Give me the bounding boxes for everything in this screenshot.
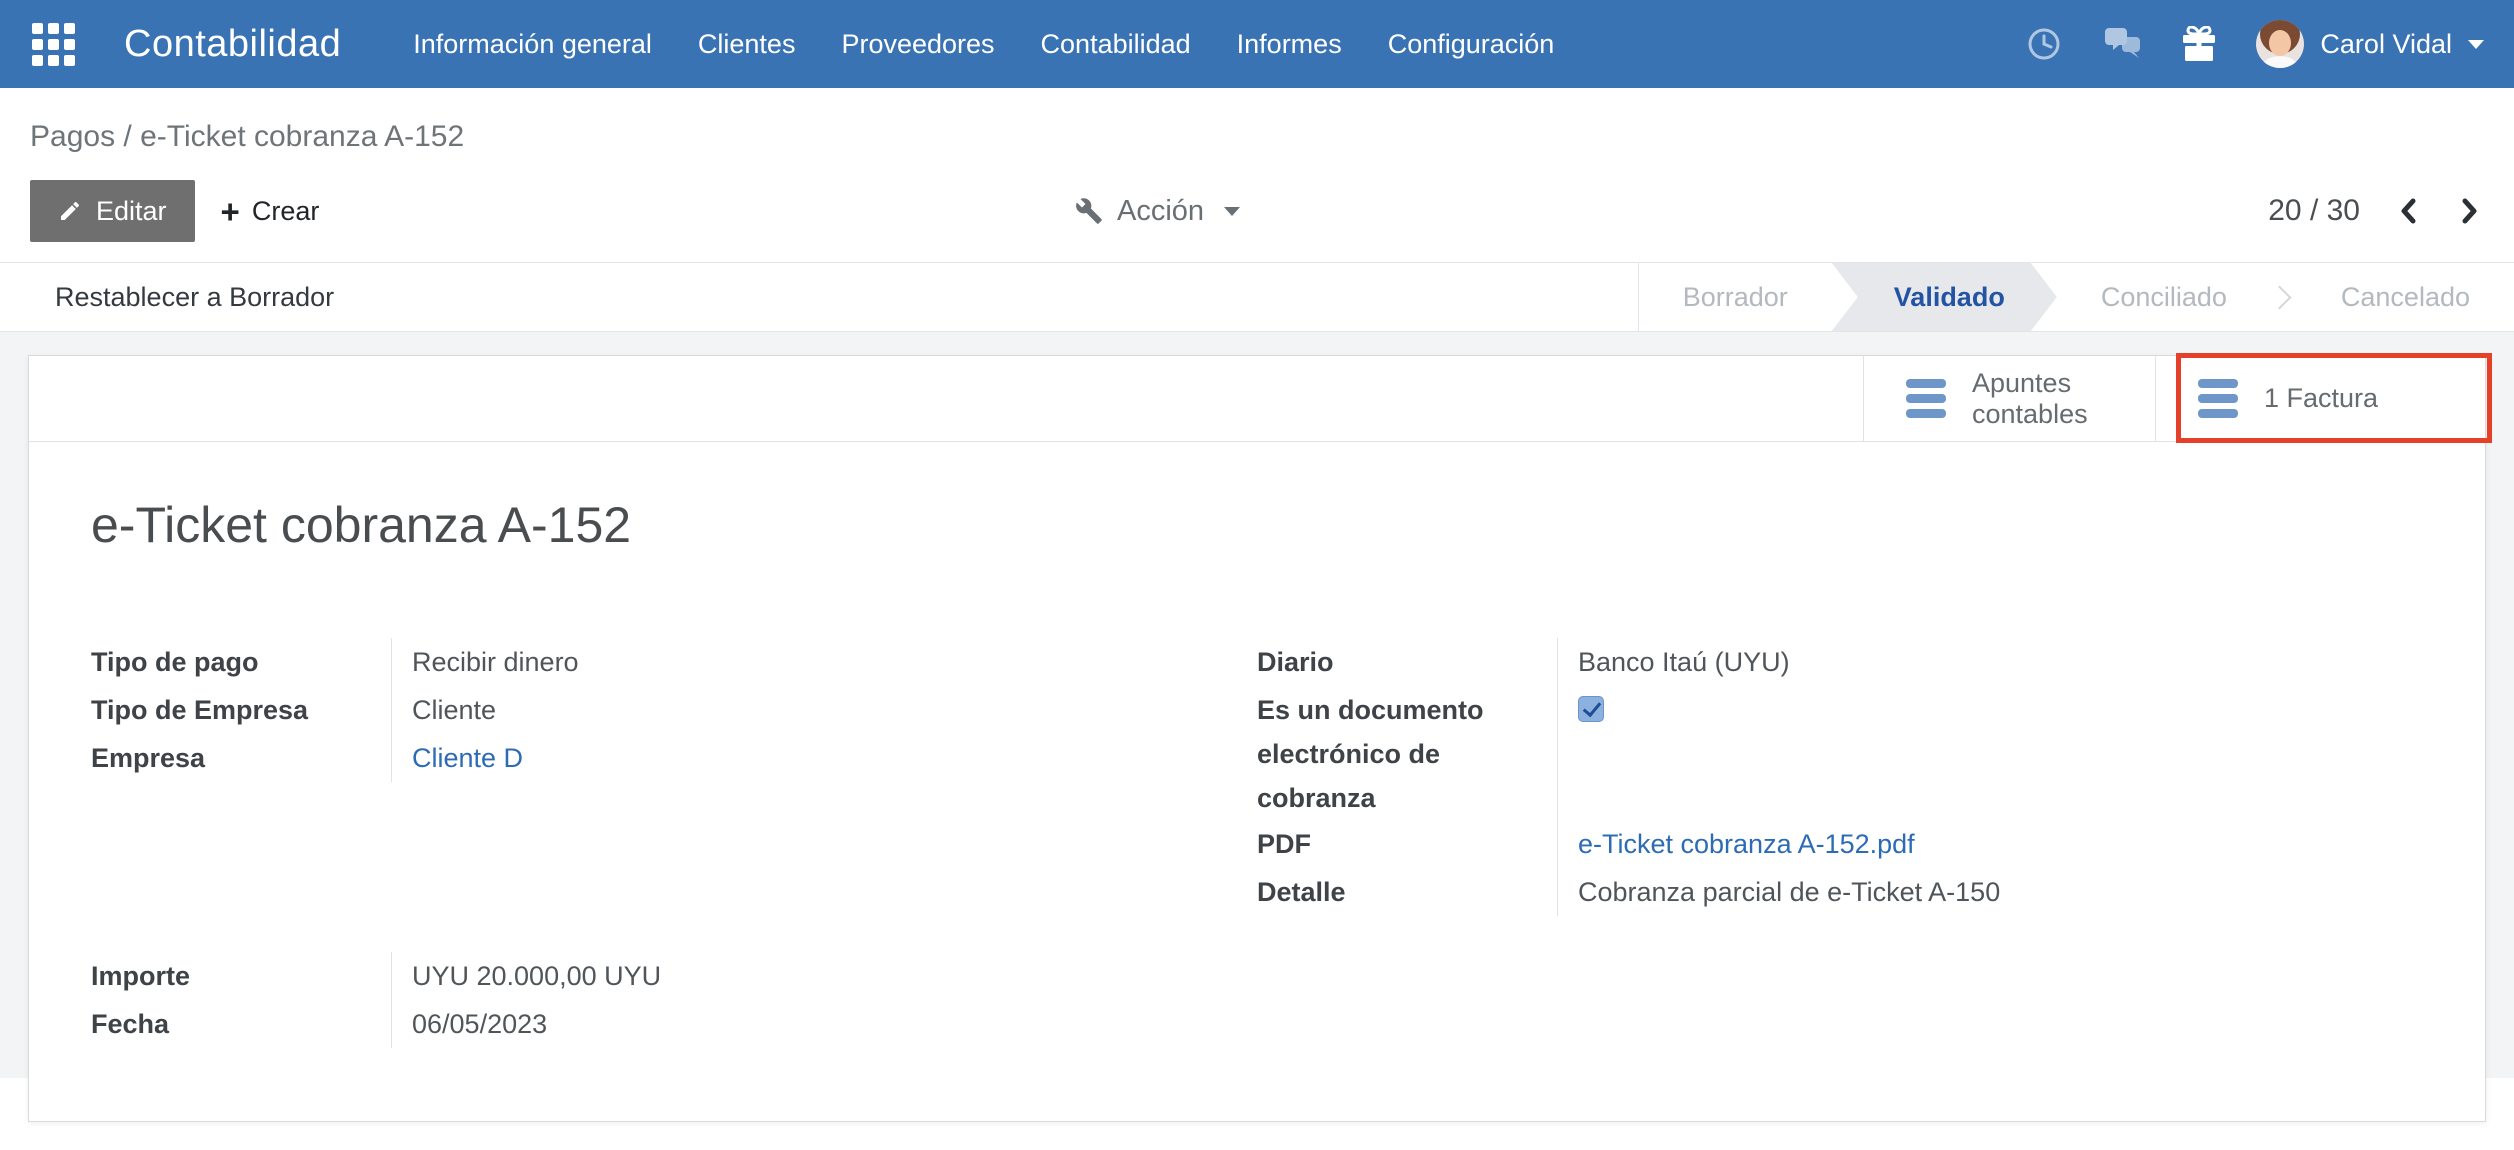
journal-items-button[interactable]: Apuntes contables [1863,356,2155,441]
field-group-right: Diario Banco Itaú (UYU) Es un documento … [1257,638,2423,916]
sheet-body: e-Ticket cobranza A-152 Tipo de pago Rec… [29,496,2485,1048]
field-label-fecha: Fecha [91,1000,391,1048]
field-value-empresa-link[interactable]: Cliente D [392,734,523,782]
chevron-left-icon [2398,197,2418,225]
top-navbar: Contabilidad Información general Cliente… [0,0,2514,88]
field-group-left-2: Importe UYU 20.000,00 UYU Fecha 06/05/20… [91,952,1257,1048]
action-dropdown[interactable]: Acción [1075,160,1240,262]
status-step-conciliado[interactable]: Conciliado [2057,263,2271,331]
main-menu: Información general Clientes Proveedores… [413,29,1554,60]
field-label-pdf: PDF [1257,820,1557,868]
field-row: Detalle Cobranza parcial de e-Ticket A-1… [1257,868,2423,916]
apps-grid-icon[interactable] [30,21,76,67]
chat-icon[interactable] [2102,27,2142,61]
field-row: Tipo de Empresa Cliente [91,686,1257,734]
gift-icon[interactable] [2182,26,2216,62]
content-area: Apuntes contables 1 Factura e-Ticket cob… [0,332,2514,1078]
status-step-cancelado[interactable]: Cancelado [2297,263,2514,331]
menu-informes[interactable]: Informes [1237,29,1342,60]
bars-icon [1906,379,1946,418]
breadcrumb-separator: / [115,120,140,153]
bars-icon [2198,379,2238,418]
chevron-separator-icon [2271,263,2297,331]
pager: 20 / 30 [2268,193,2484,229]
create-button[interactable]: + Crear [221,180,320,242]
menu-proveedores[interactable]: Proveedores [841,29,994,60]
navbar-right: Carol Vidal [2026,20,2484,68]
user-name: Carol Vidal [2320,29,2452,60]
plus-icon: + [221,195,240,228]
wrench-icon [1075,197,1103,225]
checkbox-documento-electronico[interactable] [1578,696,1604,722]
field-label-tipo-de-pago: Tipo de pago [91,638,391,686]
field-row: Importe UYU 20.000,00 UYU [91,952,1257,1000]
invoice-button[interactable]: 1 Factura [2155,356,2485,441]
field-value-importe: UYU 20.000,00 UYU [392,952,661,1000]
field-groups-row-2: Importe UYU 20.000,00 UYU Fecha 06/05/20… [91,952,2423,1048]
pager-next-button[interactable] [2456,193,2484,229]
field-label-tipo-de-empresa: Tipo de Empresa [91,686,391,734]
field-group-left: Tipo de pago Recibir dinero Tipo de Empr… [91,638,1257,916]
pager-previous-button[interactable] [2394,193,2422,229]
menu-contabilidad[interactable]: Contabilidad [1041,29,1191,60]
caret-down-icon [2468,40,2484,49]
status-step-borrador[interactable]: Borrador [1639,263,1832,331]
field-value-pdf-link[interactable]: e-Ticket cobranza A-152.pdf [1558,820,1915,868]
reset-to-draft-button[interactable]: Restablecer a Borrador [0,263,334,331]
field-row: Es un documento electrónico de cobranza [1257,686,2423,820]
edit-button[interactable]: Editar [30,180,195,242]
field-value-tipo-de-empresa: Cliente [392,686,496,734]
field-label-diario: Diario [1257,638,1557,686]
app-name[interactable]: Contabilidad [124,23,341,66]
breadcrumb-row: Pagos / e-Ticket cobranza A-152 [0,88,2514,160]
statusbar: Restablecer a Borrador Borrador Validado… [0,262,2514,332]
status-steps: Borrador Validado Conciliado Cancelado [1638,263,2514,331]
field-label-detalle: Detalle [1257,868,1557,916]
field-groups-row-1: Tipo de pago Recibir dinero Tipo de Empr… [91,638,2423,916]
chevron-right-icon [2460,197,2480,225]
field-row: Empresa Cliente D [91,734,1257,782]
user-menu[interactable]: Carol Vidal [2256,20,2484,68]
pager-value: 20 / 30 [2268,194,2360,228]
menu-clientes[interactable]: Clientes [698,29,796,60]
menu-informacion-general[interactable]: Información general [413,29,652,60]
control-panel: Editar + Crear Acción 20 / 30 [0,160,2514,262]
breadcrumb-pagos-link[interactable]: Pagos [30,120,115,153]
field-row: Tipo de pago Recibir dinero [91,638,1257,686]
form-sheet: Apuntes contables 1 Factura e-Ticket cob… [28,355,2486,1122]
pencil-icon [58,199,82,223]
field-row: Fecha 06/05/2023 [91,1000,1257,1048]
breadcrumb: Pagos / e-Ticket cobranza A-152 [30,120,464,154]
field-label-es-documento-electronico: Es un documento electrónico de cobranza [1257,686,1557,820]
field-value-diario: Banco Itaú (UYU) [1558,638,1790,686]
field-row: PDF e-Ticket cobranza A-152.pdf [1257,820,2423,868]
field-value-fecha: 06/05/2023 [392,1000,547,1048]
field-label-importe: Importe [91,952,391,1000]
record-title: e-Ticket cobranza A-152 [91,496,2423,554]
caret-down-icon [1224,207,1240,216]
status-step-validado[interactable]: Validado [1832,263,2057,331]
field-label-empresa: Empresa [91,734,391,782]
stat-button-box: Apuntes contables 1 Factura [29,356,2485,442]
field-value-detalle: Cobranza parcial de e-Ticket A-150 [1558,868,2000,916]
breadcrumb-current: e-Ticket cobranza A-152 [140,120,464,153]
clock-icon[interactable] [2026,26,2062,62]
field-row: Diario Banco Itaú (UYU) [1257,638,2423,686]
field-value-tipo-de-pago: Recibir dinero [392,638,579,686]
avatar [2256,20,2304,68]
menu-configuracion[interactable]: Configuración [1388,29,1555,60]
